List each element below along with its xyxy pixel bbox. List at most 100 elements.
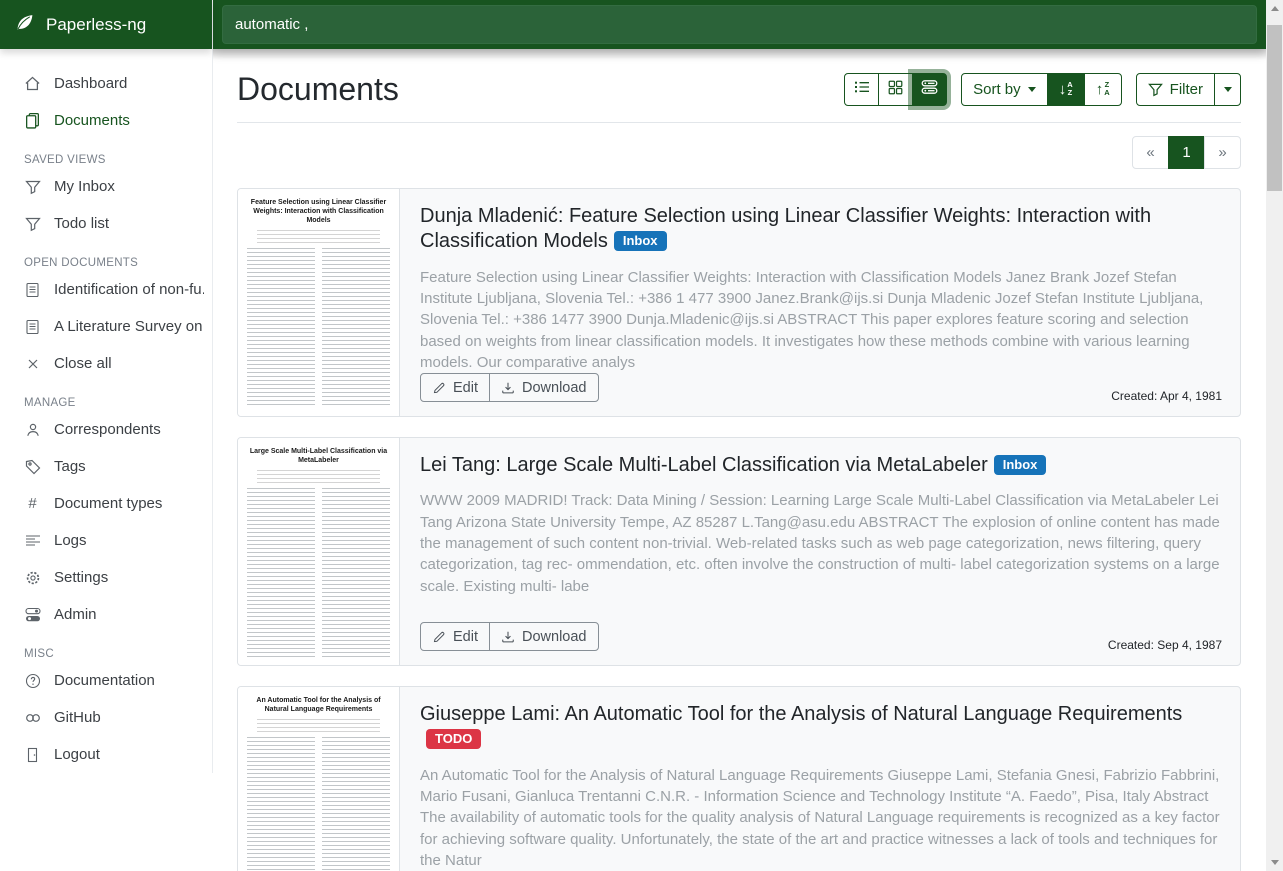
thumbnail-title: Large Scale Multi-Label Classification v… <box>247 447 390 465</box>
sidebar-item-open-doc-1[interactable]: Identification of non-fu... <box>0 271 212 308</box>
documents-icon <box>24 112 41 129</box>
page-title: Documents <box>237 71 399 108</box>
sidebar-nav: Dashboard Documents SAVED VIEWS My Inbox… <box>0 49 212 773</box>
list-view-icon <box>854 80 870 98</box>
details-view-icon <box>921 79 938 99</box>
pencil-icon <box>432 381 446 395</box>
sidebar-item-logs[interactable]: Logs <box>0 522 212 559</box>
close-icon <box>24 355 41 372</box>
grid-view-icon <box>888 80 903 99</box>
pagination: « 1 » <box>1132 136 1241 169</box>
open-documents-header: OPEN DOCUMENTS <box>0 257 212 269</box>
sort-ascending-button[interactable]: ↑ ZA <box>1084 73 1122 106</box>
pagination-prev-button[interactable]: « <box>1132 136 1169 169</box>
sidebar-item-open-doc-2[interactable]: A Literature Survey on ... <box>0 308 212 345</box>
thumbnail-text-columns <box>247 737 390 871</box>
brand-title: Paperless-ng <box>46 15 146 35</box>
tag-badge-inbox[interactable]: Inbox <box>994 455 1047 475</box>
document-card: An Automatic Tool for the Analysis of Na… <box>237 686 1241 871</box>
link-icon <box>24 709 41 726</box>
top-navbar <box>213 0 1266 49</box>
pagination-page-1-button[interactable]: 1 <box>1168 136 1205 169</box>
document-title-row: Dunja Mladenić: Feature Selection using … <box>420 204 1220 255</box>
sort-group: Sort by ↓ AZ ↑ ZA <box>961 73 1122 106</box>
download-icon <box>501 630 515 644</box>
thumbnail-title: Feature Selection using Linear Classifie… <box>247 198 390 225</box>
sidebar-item-logout[interactable]: Logout <box>0 736 212 773</box>
paperless-leaf-icon <box>14 12 35 38</box>
sidebar-item-settings[interactable]: Settings <box>0 559 212 596</box>
sidebar-item-close-all[interactable]: Close all <box>0 345 212 382</box>
funnel-icon <box>1148 82 1163 97</box>
sidebar-item-documentation[interactable]: Documentation <box>0 662 212 699</box>
card-actions: Edit Download <box>420 373 1220 402</box>
document-thumbnail[interactable]: Large Scale Multi-Label Classification v… <box>238 438 400 665</box>
document-snippet: WWW 2009 MADRID! Track: Data Mining / Se… <box>420 490 1220 596</box>
thumbnail-text-columns <box>247 488 390 657</box>
document-thumbnail[interactable]: An Automatic Tool for the Analysis of Na… <box>238 687 400 871</box>
download-button[interactable]: Download <box>489 373 599 402</box>
sidebar-item-my-inbox[interactable]: My Inbox <box>0 168 212 205</box>
caret-down-icon <box>1224 87 1232 92</box>
sidebar-item-todo-list[interactable]: Todo list <box>0 205 212 242</box>
brand-link[interactable]: Paperless-ng <box>0 0 212 49</box>
edit-button[interactable]: Edit <box>420 622 490 651</box>
card-actions: Edit Download <box>420 622 1220 651</box>
sidebar-item-document-types[interactable]: # Document types <box>0 485 212 522</box>
file-text-icon <box>24 318 41 335</box>
scrollbar-down-arrow[interactable] <box>1266 854 1283 871</box>
search-input[interactable] <box>222 5 1257 44</box>
document-title-row: Lei Tang: Large Scale Multi-Label Classi… <box>420 453 1220 478</box>
page-scrollbar[interactable] <box>1266 0 1283 871</box>
caret-down-icon <box>1028 87 1036 92</box>
pagination-next-button[interactable]: » <box>1204 136 1241 169</box>
created-date: Created: Sep 4, 1987 <box>1108 638 1222 652</box>
sort-descending-button[interactable]: ↓ AZ <box>1047 73 1085 106</box>
file-text-icon <box>24 281 41 298</box>
document-title-row: Giuseppe Lami: An Automatic Tool for the… <box>420 702 1220 753</box>
document-snippet: Feature Selection using Linear Classifie… <box>420 267 1220 373</box>
created-date: Created: Apr 4, 1981 <box>1111 389 1222 403</box>
misc-header: MISC <box>0 648 212 660</box>
pencil-icon <box>432 630 446 644</box>
document-title-link[interactable]: Lei Tang: Large Scale Multi-Label Classi… <box>420 454 988 476</box>
sidebar-item-dashboard[interactable]: Dashboard <box>0 65 212 102</box>
door-icon <box>24 746 41 763</box>
saved-views-header: SAVED VIEWS <box>0 154 212 166</box>
sidebar-item-correspondents[interactable]: Correspondents <box>0 411 212 448</box>
document-title-link[interactable]: Giuseppe Lami: An Automatic Tool for the… <box>420 703 1182 725</box>
tag-badge-todo[interactable]: TODO <box>426 729 481 749</box>
sidebar: Paperless-ng Dashboard Documents SAVED V… <box>0 0 213 773</box>
sidebar-item-documents[interactable]: Documents <box>0 102 212 139</box>
thumbnail-authors-block <box>257 470 380 483</box>
sidebar-item-tags[interactable]: Tags <box>0 448 212 485</box>
person-icon <box>24 421 41 438</box>
sort-alpha-down-icon: ↓ AZ <box>1059 81 1073 97</box>
scrollbar-thumb[interactable] <box>1267 25 1282 191</box>
home-icon <box>24 75 41 92</box>
tag-badge-inbox[interactable]: Inbox <box>614 231 667 251</box>
scrollbar-up-arrow[interactable] <box>1266 0 1283 17</box>
view-details-button[interactable] <box>912 73 947 106</box>
toggles-icon <box>24 606 41 623</box>
view-toggle-group <box>844 73 947 106</box>
download-button[interactable]: Download <box>489 622 599 651</box>
document-title-link[interactable]: Dunja Mladenić: Feature Selection using … <box>420 205 1151 252</box>
document-thumbnail[interactable]: Feature Selection using Linear Classifie… <box>238 189 400 416</box>
funnel-icon <box>24 178 41 195</box>
hash-icon: # <box>24 495 41 512</box>
sidebar-item-admin[interactable]: Admin <box>0 596 212 633</box>
filter-button[interactable]: Filter <box>1136 73 1215 106</box>
manage-header: MANAGE <box>0 397 212 409</box>
document-card: Feature Selection using Linear Classifie… <box>237 188 1241 417</box>
sort-by-button[interactable]: Sort by <box>961 73 1048 106</box>
thumbnail-text-columns <box>247 248 390 408</box>
tag-icon <box>24 458 41 475</box>
edit-button[interactable]: Edit <box>420 373 490 402</box>
sidebar-item-github[interactable]: GitHub <box>0 699 212 736</box>
view-grid-button[interactable] <box>878 73 913 106</box>
toolbar: Sort by ↓ AZ ↑ ZA <box>844 73 1241 106</box>
view-list-button[interactable] <box>844 73 879 106</box>
funnel-icon <box>24 215 41 232</box>
filter-dropdown-button[interactable] <box>1214 73 1241 106</box>
